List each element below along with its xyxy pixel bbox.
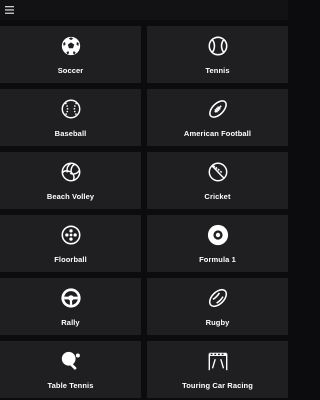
sport-tile-baseball[interactable]: Baseball xyxy=(0,89,141,146)
sport-label: Touring Car Racing xyxy=(182,381,253,390)
sport-tile-cricket[interactable]: Cricket xyxy=(147,152,288,209)
sport-label: Soccer xyxy=(57,66,84,75)
sport-label: Formula 1 xyxy=(199,255,236,264)
sport-tile-rally[interactable]: Rally xyxy=(0,278,141,335)
soccer-ball-icon xyxy=(60,34,82,58)
sport-label: Baseball xyxy=(54,129,87,138)
sport-label: Floorball xyxy=(54,255,87,264)
sport-tile-tennis[interactable]: Tennis xyxy=(147,26,288,83)
sport-tile-touring-car-racing[interactable]: Touring Car Racing xyxy=(147,341,288,398)
floorball-icon xyxy=(60,223,82,247)
tennis-ball-icon xyxy=(207,34,229,58)
sport-tile-rugby[interactable]: Rugby xyxy=(147,278,288,335)
sport-tile-beach-volley[interactable]: Beach Volley xyxy=(0,152,141,209)
sport-tile-american-football[interactable]: American Football xyxy=(147,89,288,146)
cricket-ball-icon xyxy=(207,160,229,184)
sport-label: Beach Volley xyxy=(46,192,95,201)
baseball-icon xyxy=(60,97,82,121)
sport-label: Table Tennis xyxy=(47,381,94,390)
sport-tile-floorball[interactable]: Floorball xyxy=(0,215,141,272)
hamburger-menu-icon[interactable] xyxy=(2,3,16,17)
sport-label: Tennis xyxy=(205,66,230,75)
table-tennis-paddle-icon xyxy=(60,349,82,373)
american-football-icon xyxy=(207,97,229,121)
finish-line-icon xyxy=(207,349,229,373)
sports-grid: Soccer Tennis Baseball American Football… xyxy=(0,26,288,400)
sport-label: Cricket xyxy=(204,192,231,201)
sport-tile-table-tennis[interactable]: Table Tennis xyxy=(0,341,141,398)
rugby-ball-icon xyxy=(207,286,229,310)
sport-label: American Football xyxy=(183,129,252,138)
sport-label: Rugby xyxy=(205,318,230,327)
sport-tile-soccer[interactable]: Soccer xyxy=(0,26,141,83)
steering-wheel-icon xyxy=(60,286,82,310)
sport-label: Rally xyxy=(61,318,80,327)
racing-tire-icon xyxy=(207,223,229,247)
sport-tile-formula-1[interactable]: Formula 1 xyxy=(147,215,288,272)
top-bar xyxy=(0,0,288,20)
volleyball-icon xyxy=(60,160,82,184)
